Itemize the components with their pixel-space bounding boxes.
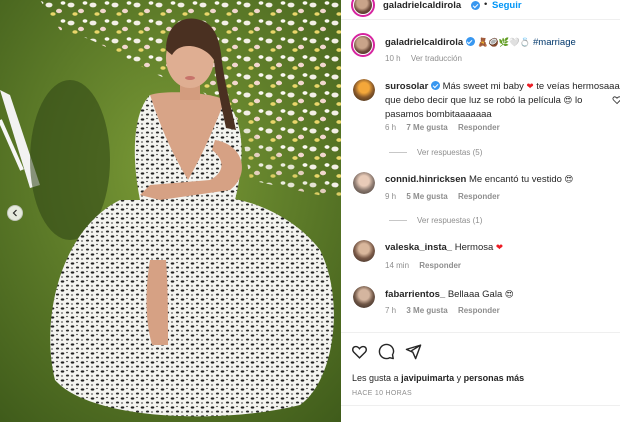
comment-meta: 6 h 7 Me gusta Responder	[385, 123, 500, 132]
caption-time[interactable]: 10 h	[385, 54, 401, 63]
comment-text: surosolar Más sweet mi baby ❤ te veías h…	[385, 80, 620, 121]
likes-prefix: Les gusta a	[352, 373, 399, 383]
comment-text: fabarrientos_ Bellaaa Gala 😍	[385, 288, 620, 302]
comment-body-part: Más sweet mi baby	[442, 81, 524, 92]
post-image	[0, 0, 341, 422]
comment-likes[interactable]: 3 Me gusta	[406, 306, 447, 315]
replies-line	[389, 152, 407, 153]
comment-meta: 9 h 5 Me gusta Responder	[385, 192, 500, 201]
chevron-left-icon	[12, 209, 17, 217]
post-photo[interactable]	[0, 0, 341, 422]
reply-button[interactable]: Responder	[458, 192, 500, 201]
comment-time[interactable]: 7 h	[385, 306, 396, 315]
red-heart-emoji: ❤	[495, 243, 504, 253]
comment-meta: 7 h 3 Me gusta Responder	[385, 306, 500, 315]
comment-username[interactable]: surosolar	[385, 81, 428, 92]
actions-divider	[341, 332, 620, 333]
caption-emojis: 🧸🥥🌿🤍💍	[477, 38, 531, 48]
post-header: galadrielcaldirola • Seguir	[341, 0, 620, 19]
share-icon[interactable]	[405, 343, 422, 360]
dot-separator: •	[484, 0, 488, 10]
comment-body: Me encantó tu vestido	[468, 174, 562, 185]
red-heart-emoji: ❤	[526, 82, 534, 92]
caption-meta: 10 h Ver traducción	[385, 54, 462, 63]
header-divider	[341, 19, 620, 20]
verified-badge-icon	[471, 1, 480, 10]
comment-username[interactable]: connid.hinricksen	[385, 174, 466, 185]
caption-text: galadrielcaldirola 🧸🥥🌿🤍💍 #marriage	[385, 36, 620, 50]
comment-avatar[interactable]	[353, 240, 375, 262]
carousel-prev-button[interactable]	[7, 205, 23, 221]
verified-badge-icon	[465, 37, 475, 46]
footer-divider	[341, 405, 620, 406]
heart-icon[interactable]	[351, 343, 368, 360]
likes-user-link[interactable]: javipuimarta	[401, 373, 454, 383]
follow-button[interactable]: Seguir	[492, 0, 522, 11]
author-avatar[interactable]	[351, 0, 375, 17]
author-username[interactable]: galadrielcaldirola	[383, 0, 461, 11]
post-actions	[351, 343, 422, 360]
heart-eyes-emoji: 😍	[504, 290, 514, 300]
comment-text: connid.hinricksen Me encantó tu vestido …	[385, 173, 620, 187]
comment-body: Bellaaa Gala	[447, 289, 503, 300]
post-timestamp[interactable]: HACE 10 HORAS	[352, 390, 412, 397]
likes-summary: Les gusta a javipuimarta y personas más	[352, 373, 524, 383]
comment-time[interactable]: 6 h	[385, 123, 396, 132]
likes-connector: y	[456, 373, 462, 383]
likes-others-link[interactable]: personas más	[464, 373, 525, 383]
reply-button[interactable]: Responder	[458, 306, 500, 315]
comment-avatar[interactable]	[353, 172, 375, 194]
comment-username[interactable]: valeska_insta_	[385, 242, 452, 253]
comment-meta: 14 min Responder	[385, 261, 461, 270]
comment-likes[interactable]: 7 Me gusta	[406, 123, 447, 132]
comment-avatar[interactable]	[353, 79, 375, 101]
reply-button[interactable]: Responder	[458, 123, 500, 132]
caption-hashtag[interactable]: #marriage	[533, 37, 576, 48]
view-replies-label: Ver respuestas (1)	[417, 216, 483, 225]
comment-body: Hermosa	[454, 242, 494, 253]
caption-username[interactable]: galadrielcaldirola	[385, 37, 463, 48]
view-replies-button[interactable]: Ver respuestas (1)	[389, 216, 482, 225]
heart-eyes-emoji: 😍	[564, 175, 574, 185]
view-replies-button[interactable]: Ver respuestas (5)	[389, 148, 482, 157]
comment-time[interactable]: 14 min	[385, 261, 409, 270]
view-replies-label: Ver respuestas (5)	[417, 148, 483, 157]
replies-line	[389, 220, 407, 221]
heart-eyes-emoji: 😍	[563, 96, 573, 106]
comment-likes[interactable]: 5 Me gusta	[406, 192, 447, 201]
comment-time[interactable]: 9 h	[385, 192, 396, 201]
verified-badge-icon	[430, 81, 440, 90]
translate-link[interactable]: Ver traducción	[411, 54, 462, 63]
heart-icon[interactable]	[612, 95, 620, 105]
post-side-panel: galadrielcaldirola • Seguir galadrielcal…	[341, 0, 620, 422]
caption-avatar[interactable]	[351, 33, 375, 57]
reply-button[interactable]: Responder	[419, 261, 461, 270]
comment-username[interactable]: fabarrientos_	[385, 289, 445, 300]
comment-text: valeska_insta_ Hermosa ❤	[385, 241, 620, 255]
comment-avatar[interactable]	[353, 286, 375, 308]
comment-icon[interactable]	[378, 343, 395, 360]
